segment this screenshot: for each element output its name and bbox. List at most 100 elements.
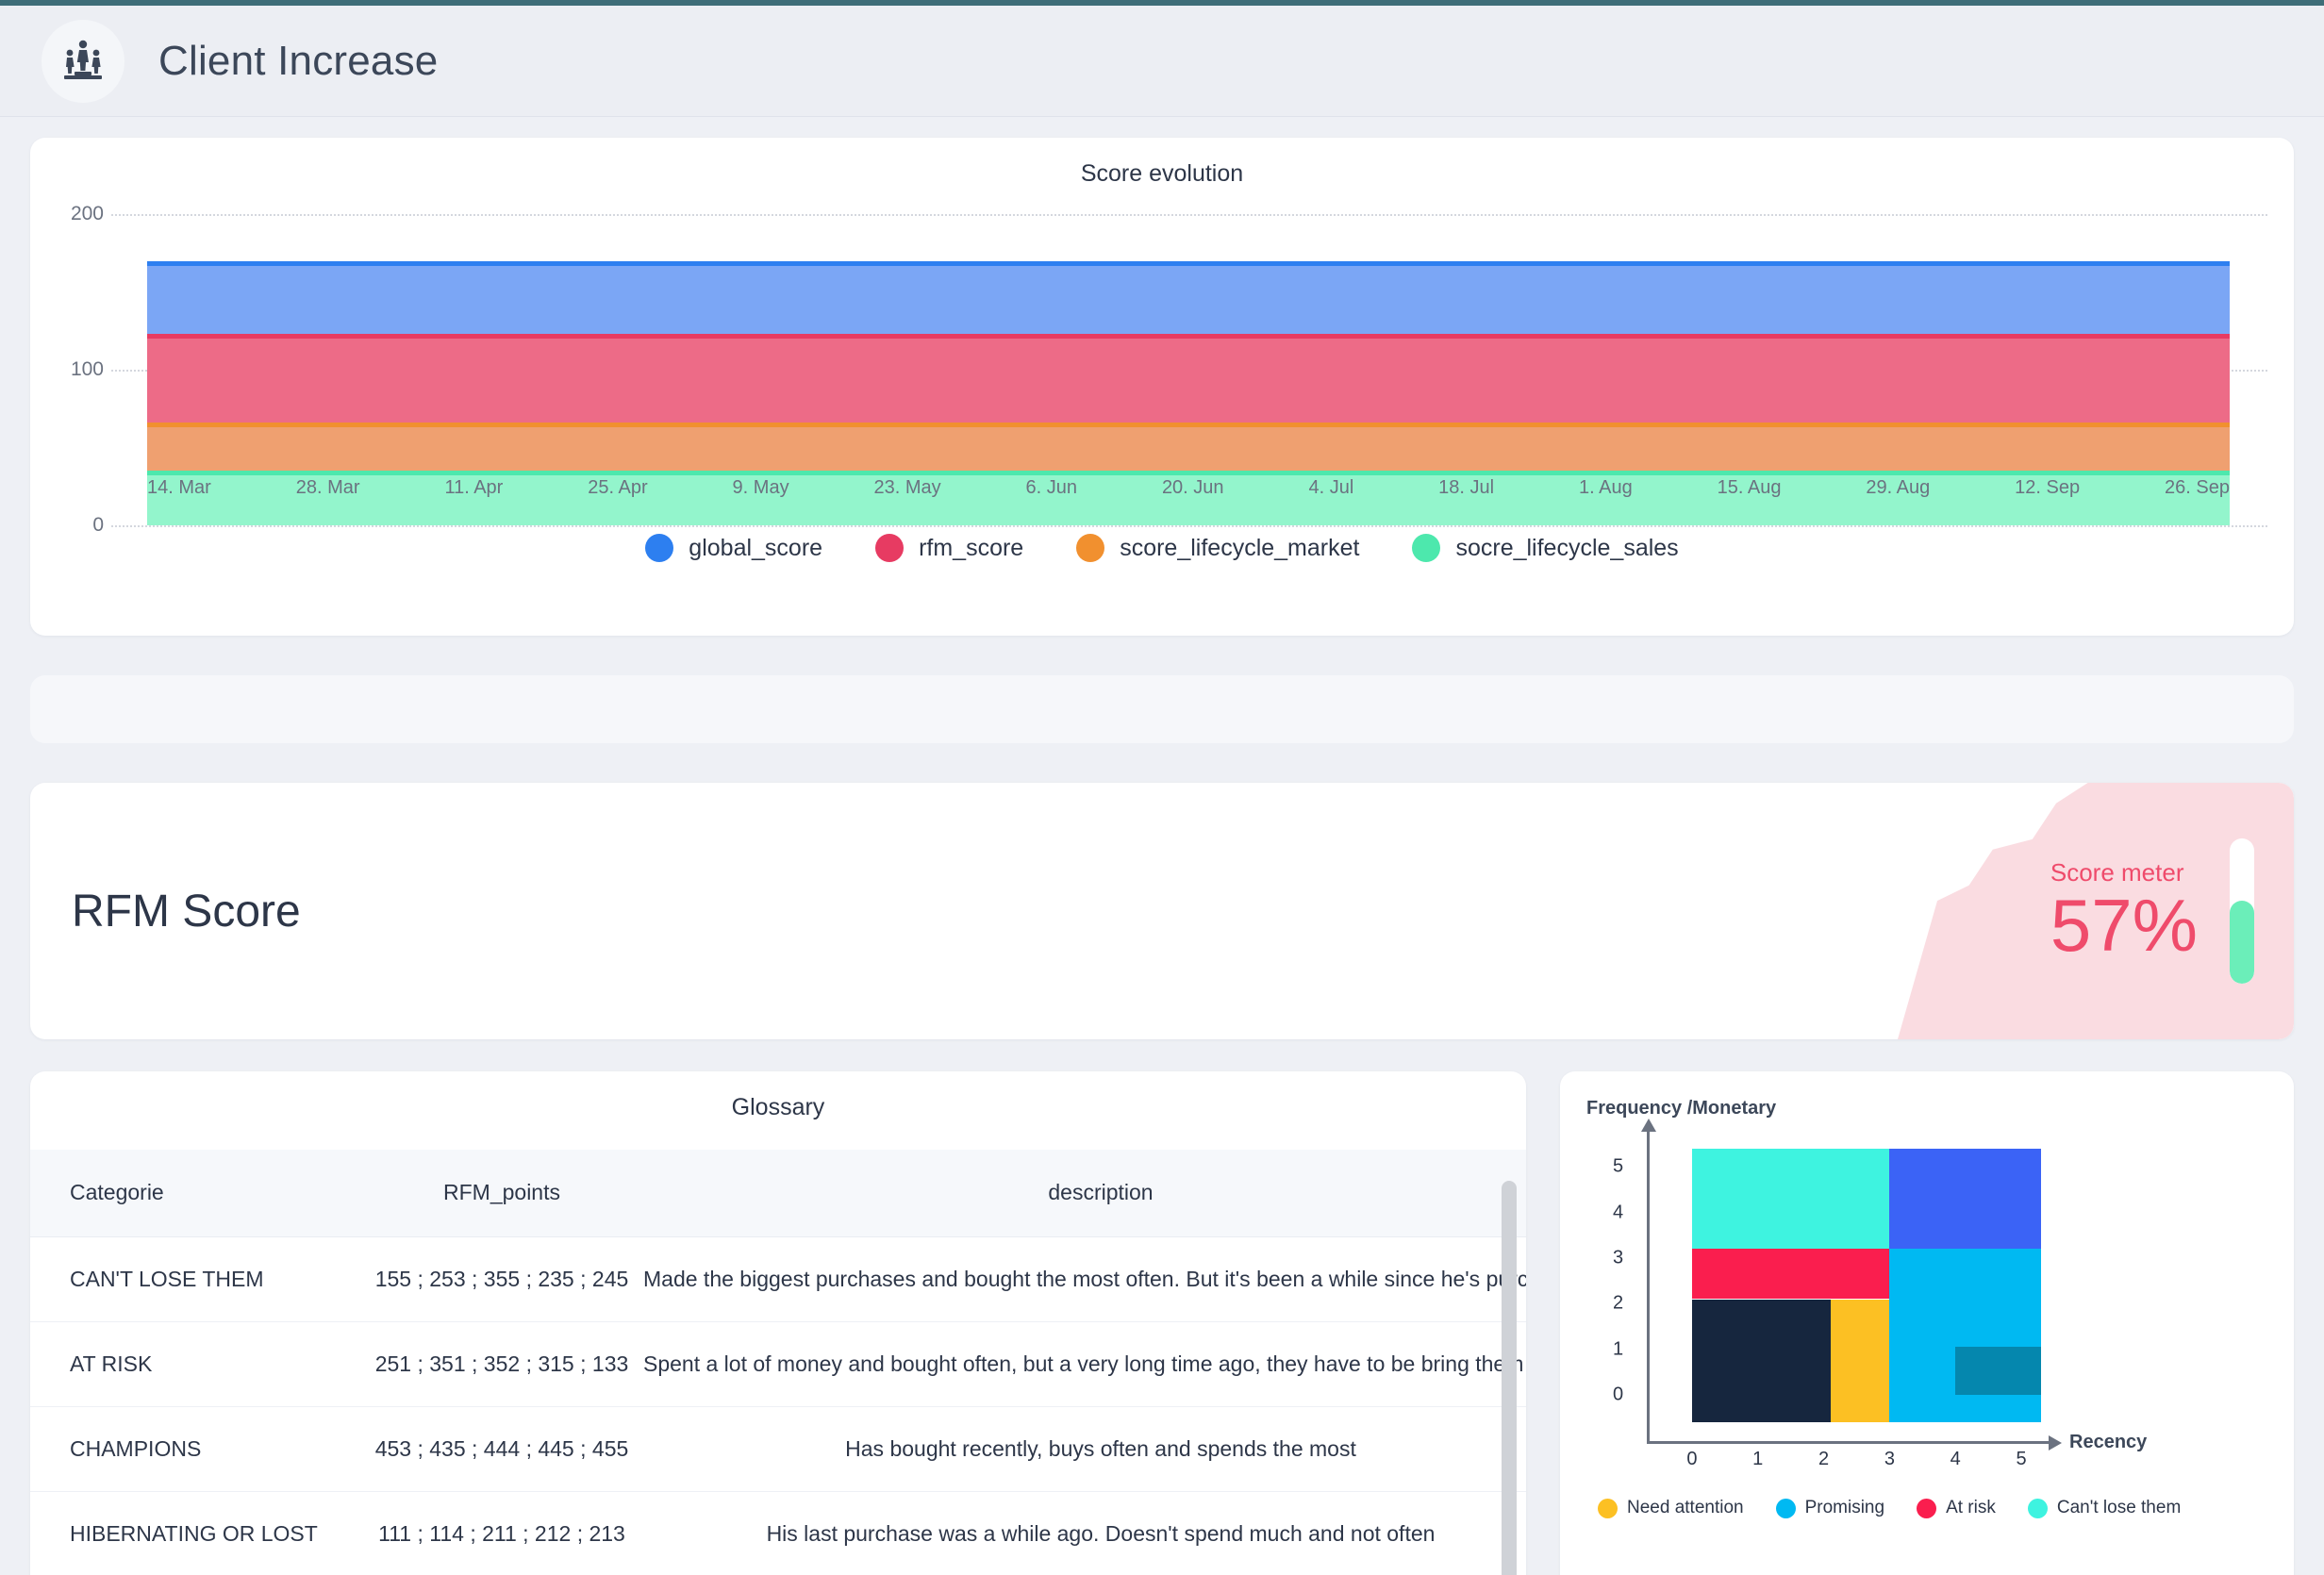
matrix-y-tick-2: 2 xyxy=(1613,1292,1624,1314)
score-evolution-card: Score evolution 0 100 200 14. Mar 28. Mar 11… xyxy=(30,138,2294,636)
score-meter-gauge-fill xyxy=(2230,901,2254,984)
x-axis-tick: 4. Jul xyxy=(1308,477,1354,498)
podium-people-icon xyxy=(42,19,124,103)
matrix-x-tick-1: 1 xyxy=(1752,1449,1764,1469)
x-axis-ticks: 14. Mar 28. Mar 11. Apr 25. Apr 9. May 23. Ma… xyxy=(147,477,2230,499)
rfm-matrix-legend: Need attention Promising At risk Can't lose… xyxy=(1598,1498,2284,1518)
matrix-legend-label: Need attention xyxy=(1627,1498,1744,1517)
x-axis-tick: 14. Mar xyxy=(147,477,211,498)
matrix-x-tick-4: 4 xyxy=(1950,1449,1961,1469)
glossary-vertical-scrollbar[interactable] xyxy=(1502,1181,1517,1575)
x-axis-tick: 29. Aug xyxy=(1866,477,1931,498)
area-line-socre_lifecycle_sales xyxy=(147,471,2230,476)
matrix-region xyxy=(1830,1299,1890,1422)
table-row[interactable]: HIBERNATING OR LOST 111 ; 114 ; 211 ; 212… xyxy=(30,1491,1526,1575)
x-axis-tick: 9. May xyxy=(732,477,789,498)
score-meter: Score meter 57% xyxy=(1898,783,2294,1039)
x-axis-tick: 6. Jun xyxy=(1025,477,1078,498)
cell-description: Spent a lot of money and bought often, b… xyxy=(643,1321,1526,1407)
matrix-x-tick-3: 3 xyxy=(1884,1449,1895,1469)
area-band-global_score xyxy=(147,260,2230,335)
cell-categorie: HIBERNATING OR LOST xyxy=(30,1491,360,1575)
area-line-score_lifecycle_market xyxy=(147,423,2230,428)
cell-categorie: CAN'T LOSE THEM xyxy=(30,1236,360,1322)
matrix-y-tick-4: 4 xyxy=(1613,1202,1624,1223)
matrix-x-axis-arrow-icon xyxy=(2049,1435,2062,1451)
rfm-matrix-card: Frequency /Monetary 0 1 2 3 4 5 0 1 2 3 4 5 Recenc… xyxy=(1560,1071,2294,1575)
cell-description: Has bought recently, buys often and spen… xyxy=(643,1406,1526,1492)
matrix-legend-swatch-icon xyxy=(1598,1498,1618,1518)
legend-label: score_lifecycle_market xyxy=(1120,534,1360,561)
x-axis-tick: 12. Sep xyxy=(2015,477,2081,498)
glossary-table-scroll[interactable]: Categorie RFM_points description CAN'T L… xyxy=(30,1150,1526,1575)
table-row[interactable]: CHAMPIONS 453 ; 435 ; 444 ; 445 ; 455 Has … xyxy=(30,1406,1526,1492)
x-axis-tick: 20. Jun xyxy=(1161,477,1224,498)
glossary-card: Glossary Categorie RFM_points descriptio… xyxy=(30,1071,1526,1575)
x-axis-tick: 23. May xyxy=(873,477,941,498)
matrix-y-axis-line xyxy=(1647,1130,1650,1441)
cell-categorie: AT RISK xyxy=(30,1321,360,1407)
matrix-legend-item[interactable]: Need attention xyxy=(1598,1498,1744,1518)
cell-description: Made the biggest purchases and bought th… xyxy=(643,1236,1526,1322)
matrix-legend-item[interactable]: Can't lose them xyxy=(2027,1498,2181,1518)
x-axis-tick: 11. Apr xyxy=(444,477,504,498)
matrix-x-axis-line xyxy=(1647,1441,2050,1444)
x-axis-tick: 25. Apr xyxy=(588,477,648,498)
matrix-region xyxy=(1889,1249,2041,1422)
table-row[interactable]: AT RISK 251 ; 351 ; 352 ; 315 ; 133 Spent … xyxy=(30,1321,1526,1407)
x-axis-tick: 1. Aug xyxy=(1579,477,1633,498)
legend-swatch-icon xyxy=(1412,534,1441,562)
glossary-table: Categorie RFM_points description CAN'T L… xyxy=(30,1150,1526,1575)
area-line-global_score xyxy=(147,260,2230,266)
matrix-region xyxy=(1691,1249,1890,1300)
matrix-legend-item[interactable]: At risk xyxy=(1917,1498,1996,1518)
matrix-plot xyxy=(1652,1149,2041,1422)
matrix-x-axis-label: Recency xyxy=(2069,1432,2148,1452)
legend-label: socre_lifecycle_sales xyxy=(1455,534,1679,561)
matrix-legend-swatch-icon xyxy=(2027,1498,2048,1518)
app-header: Client Increase xyxy=(0,6,2324,117)
matrix-y-tick-0: 0 xyxy=(1613,1384,1624,1405)
matrix-legend-item[interactable]: Promising xyxy=(1775,1498,1885,1518)
cell-rfm-points: 251 ; 351 ; 352 ; 315 ; 133 xyxy=(360,1321,643,1407)
matrix-region xyxy=(1691,1299,1831,1422)
legend-swatch-icon xyxy=(1076,534,1105,562)
bottom-row: Glossary Categorie RFM_points descriptio… xyxy=(30,1071,2294,1575)
matrix-region xyxy=(1889,1149,2041,1250)
legend-swatch-icon xyxy=(645,534,674,562)
matrix-region xyxy=(1955,1347,2041,1395)
score-evolution-title: Score evolution xyxy=(1080,160,1244,187)
y-axis-tick-200: 200 xyxy=(70,203,104,224)
cell-rfm-points: 453 ; 435 ; 444 ; 445 ; 455 xyxy=(360,1406,643,1492)
legend-item-socre_lifecycle_sales[interactable]: socre_lifecycle_sales xyxy=(1412,534,1679,562)
matrix-legend-label: Promising xyxy=(1804,1498,1885,1517)
glossary-table-body: CAN'T LOSE THEM 155 ; 253 ; 355 ; 235 ; 2… xyxy=(30,1236,1526,1575)
legend-item-rfm_score[interactable]: rfm_score xyxy=(875,534,1023,562)
matrix-x-tick-2: 2 xyxy=(1818,1449,1830,1469)
cell-description: His last purchase was a while ago. Doesn… xyxy=(643,1491,1526,1575)
matrix-legend-swatch-icon xyxy=(1917,1498,1937,1518)
cell-categorie: CHAMPIONS xyxy=(30,1406,360,1492)
area-line-rfm_score xyxy=(147,334,2230,340)
matrix-y-tick-3: 3 xyxy=(1613,1247,1624,1268)
legend-label: global_score xyxy=(689,534,823,561)
score-meter-gauge xyxy=(2230,838,2254,984)
x-axis-tick: 15. Aug xyxy=(1717,477,1782,498)
legend-item-global_score[interactable]: global_score xyxy=(645,534,822,562)
page-title: Client Increase xyxy=(158,37,439,84)
y-axis-tick-100: 100 xyxy=(70,358,104,380)
area-band-score_lifecycle_market xyxy=(147,423,2230,472)
table-row[interactable]: CAN'T LOSE THEM 155 ; 253 ; 355 ; 235 ; 2… xyxy=(30,1236,1526,1322)
column-header-categorie[interactable]: Categorie xyxy=(30,1150,360,1237)
column-header-description[interactable]: description xyxy=(643,1150,1526,1237)
matrix-y-tick-1: 1 xyxy=(1613,1338,1624,1360)
legend-item-score_lifecycle_market[interactable]: score_lifecycle_market xyxy=(1076,534,1359,562)
x-axis-tick: 26. Sep xyxy=(2165,477,2230,498)
matrix-region xyxy=(1691,1149,1890,1250)
column-header-rfm-points[interactable]: RFM_points xyxy=(360,1150,643,1237)
matrix-y-axis-arrow-icon xyxy=(1641,1119,1656,1132)
empty-placeholder-panel xyxy=(30,675,2294,743)
legend-swatch-icon xyxy=(875,534,905,562)
table-header-row: Categorie RFM_points description xyxy=(30,1150,1526,1237)
score-meter-caption: Score meter xyxy=(2050,857,2184,887)
